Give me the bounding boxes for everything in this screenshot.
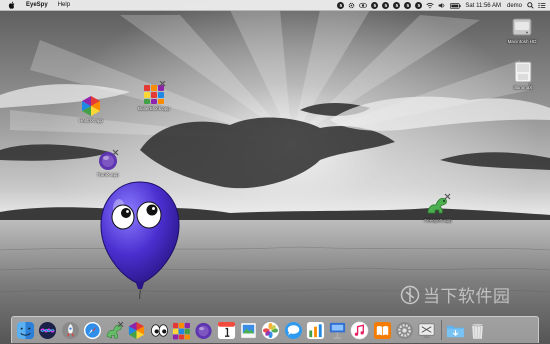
- wifi-icon[interactable]: [426, 2, 435, 9]
- dock-safari[interactable]: [83, 321, 102, 340]
- hard-drive-icon: [512, 18, 532, 36]
- dock-numbers[interactable]: [306, 321, 325, 340]
- bar-chart-icon: [306, 321, 324, 339]
- status-badge[interactable]: 5: [371, 2, 379, 9]
- dock-calendar[interactable]: [217, 321, 236, 340]
- desktop-icon-label: Macintosh HD: [507, 39, 537, 44]
- status-badge[interactable]: 5: [393, 2, 401, 9]
- blocks-icon: [173, 322, 191, 339]
- dock-messages[interactable]: [284, 321, 303, 340]
- status-badge[interactable]: 5: [415, 2, 423, 9]
- dock-ibooks[interactable]: [373, 321, 392, 340]
- siri-icon: [39, 321, 57, 339]
- rocket-icon: [61, 321, 79, 339]
- eyes-icon: [150, 323, 168, 337]
- dock-keynote[interactable]: [328, 321, 347, 340]
- desktop-icon-illuminax[interactable]: illuminaX: [508, 60, 538, 90]
- menubar-user[interactable]: demo: [507, 3, 522, 9]
- eyespy-balloon-character[interactable]: [97, 179, 183, 299]
- gear-icon: [395, 321, 414, 339]
- status-badge[interactable]: 5: [382, 2, 390, 9]
- watermark-logo-icon: [400, 285, 420, 304]
- gear-icon[interactable]: [348, 2, 355, 9]
- dock-siri[interactable]: [38, 321, 57, 340]
- dock-itunes[interactable]: [350, 321, 369, 340]
- desktop-icon-macintosh-hd[interactable]: Macintosh HD: [505, 16, 539, 44]
- dock-preview[interactable]: [239, 321, 258, 340]
- dock-screenshot-utility[interactable]: [417, 321, 436, 340]
- compass-icon: [83, 321, 101, 339]
- desktop-icon-ballerblock[interactable]: BallerBlock.app: [134, 81, 174, 111]
- external-drive-icon: [514, 61, 532, 83]
- calendar-icon: [217, 321, 235, 339]
- apple-menu-icon[interactable]: [8, 1, 16, 9]
- dock-runix[interactable]: [194, 321, 213, 340]
- preview-icon: [240, 322, 257, 338]
- ballerblock-app-icon: [144, 81, 166, 104]
- dock-trash[interactable]: [468, 321, 487, 340]
- desktop-icon-hextrix[interactable]: HextriX.app: [72, 95, 110, 123]
- screenshot-icon: [418, 322, 435, 338]
- status-badge[interactable]: 5: [337, 2, 345, 9]
- dock-ballerblock[interactable]: [172, 321, 191, 340]
- dock-dragon-app[interactable]: [105, 321, 124, 340]
- menu-bar: EyeSpy Help 5 5 5 5 5 5 Sat 11:56 AM dem…: [0, 0, 550, 11]
- dinosaur-app-icon: [427, 193, 451, 214]
- desktop-icon-label: HextriX.app: [78, 118, 103, 123]
- dock-downloads-folder[interactable]: [446, 321, 465, 340]
- dock-separator: [440, 320, 442, 340]
- search-icon[interactable]: [527, 2, 534, 9]
- battery-icon[interactable]: [450, 2, 462, 9]
- menu-app-name[interactable]: EyeSpy: [26, 2, 48, 8]
- status-area: 5 5 5 5 5 5 Sat 11:56 AM demo: [337, 0, 550, 11]
- music-note-icon: [351, 321, 369, 339]
- dock-finder[interactable]: [16, 321, 35, 340]
- desktop-icon-label: BallerBlock.app: [138, 106, 170, 111]
- notification-center-icon[interactable]: [538, 2, 546, 9]
- dragon-icon: [106, 321, 124, 339]
- desktop-icon-dino[interactable]: FeeeyeX.app: [418, 193, 458, 223]
- desktop-icon-label: illuminaX: [513, 85, 533, 90]
- dock-system-preferences[interactable]: [395, 321, 414, 340]
- watermark-text: 当下软件园: [423, 287, 511, 307]
- dock-hextrix[interactable]: [127, 321, 146, 340]
- photos-flower-icon: [262, 321, 280, 339]
- runix-app-icon: [99, 149, 119, 170]
- folder-icon: [446, 325, 464, 337]
- keynote-podium-icon: [330, 322, 346, 339]
- book-icon: [373, 321, 391, 339]
- chat-bubble-icon: [284, 321, 302, 339]
- desktop-icon-runix[interactable]: RuniX.app: [90, 149, 126, 177]
- trash-icon: [471, 322, 484, 339]
- runix-icon: [195, 322, 212, 339]
- hextrix-app-icon: [82, 96, 100, 116]
- hextrix-icon: [129, 321, 145, 339]
- status-badge[interactable]: 5: [404, 2, 412, 9]
- desktop-icon-label: FeeeyeX.app: [424, 218, 452, 223]
- finder-icon: [16, 321, 35, 339]
- menu-help[interactable]: Help: [58, 2, 70, 8]
- dock-launchpad[interactable]: [61, 321, 80, 340]
- dock-eyespy[interactable]: [150, 321, 169, 340]
- dock: [11, 316, 539, 343]
- watermark: 当下软件园: [400, 282, 511, 307]
- menubar-clock[interactable]: Sat 11:56 AM: [465, 3, 501, 9]
- eye-icon[interactable]: [359, 2, 368, 9]
- dock-photos[interactable]: [261, 321, 280, 340]
- volume-icon[interactable]: [438, 2, 446, 9]
- desktop-icon-label: RuniX.app: [97, 172, 119, 177]
